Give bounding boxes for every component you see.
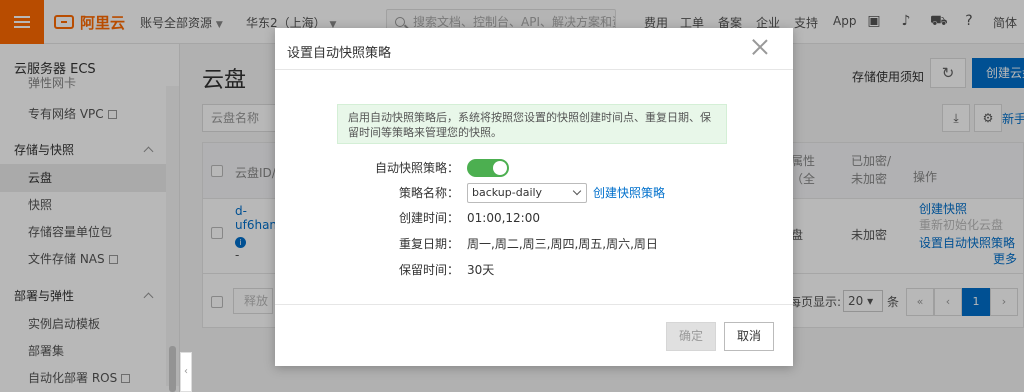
dialog-footer: 确定 取消 xyxy=(275,304,793,366)
policy-notice: 启用自动快照策略后，系统将按照您设置的快照创建时间点、重复日期、保留时间等策略来… xyxy=(337,104,727,144)
enable-policy-label: 自动快照策略： xyxy=(374,161,459,175)
dialog-title: 设置自动快照策略 xyxy=(287,46,392,61)
policy-name-select[interactable]: backup-daily xyxy=(467,183,587,203)
enable-policy-toggle[interactable] xyxy=(467,159,509,177)
chevron-down-icon xyxy=(572,186,582,196)
create-time-value: 01:00,12:00 xyxy=(467,211,540,225)
auto-snapshot-policy-dialog: 设置自动快照策略 启用自动快照策略后，系统将按照您设置的快照创建时间点、重复日期… xyxy=(275,28,793,366)
repeat-days-label: 重复日期： xyxy=(398,237,459,251)
create-snapshot-policy-link[interactable]: 创建快照策略 xyxy=(593,185,665,201)
chevron-left-icon: ‹ xyxy=(184,366,188,377)
cancel-button[interactable]: 取消 xyxy=(724,322,774,351)
policy-name-label: 策略名称： xyxy=(398,186,459,200)
toggle-knob xyxy=(493,161,507,175)
sidebar-collapse-toggle[interactable]: ‹ xyxy=(180,352,192,392)
create-time-label: 创建时间： xyxy=(398,211,459,225)
confirm-button[interactable]: 确定 xyxy=(666,322,716,351)
retention-value: 30天 xyxy=(467,263,495,277)
policy-name-value: backup-daily xyxy=(472,186,543,199)
close-icon[interactable] xyxy=(751,38,769,56)
retention-label: 保留时间： xyxy=(398,263,459,277)
dialog-header: 设置自动快照策略 xyxy=(275,28,793,70)
repeat-days-value: 周一,周二,周三,周四,周五,周六,周日 xyxy=(467,237,658,251)
